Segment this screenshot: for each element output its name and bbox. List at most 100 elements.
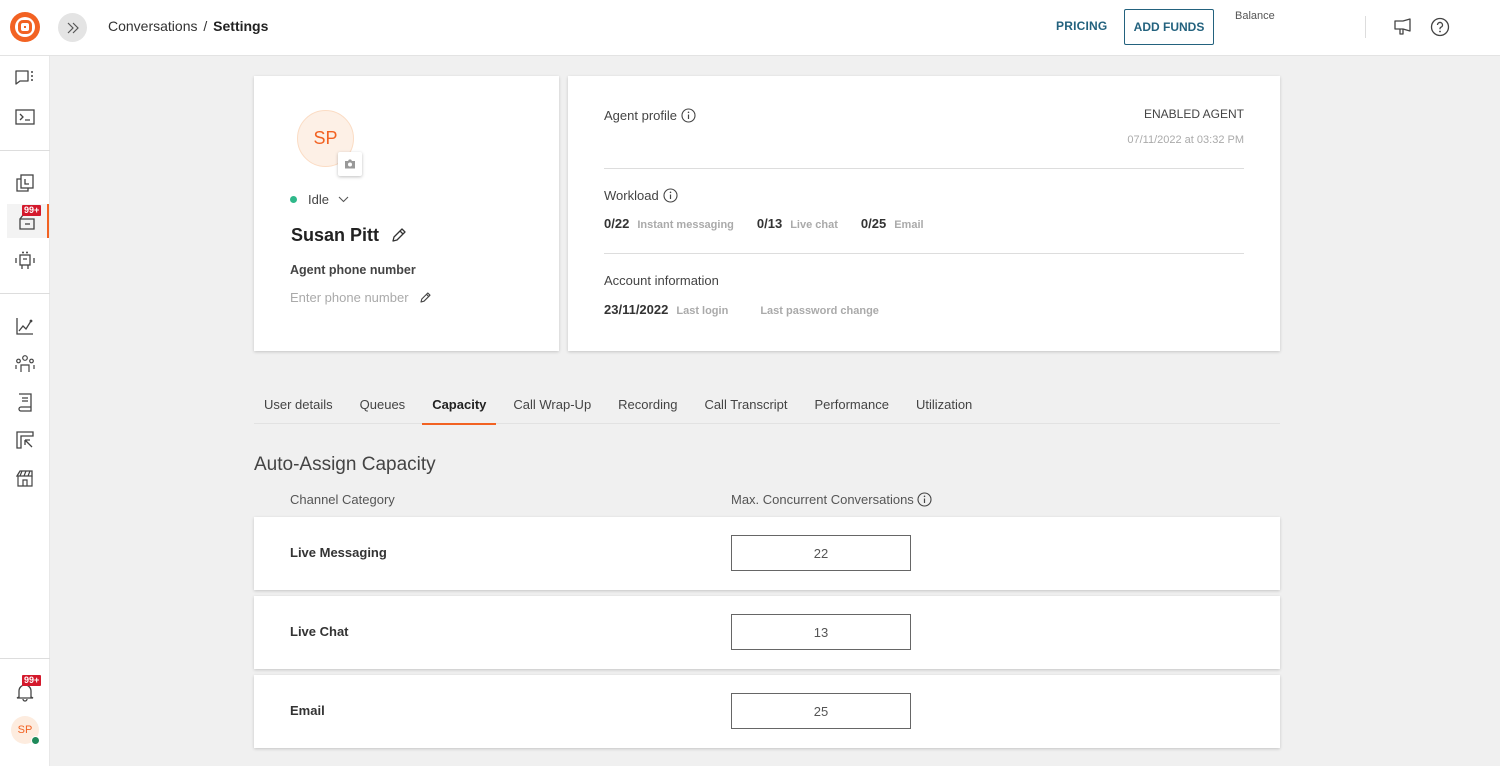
status-dot	[290, 196, 297, 203]
people-icon	[15, 355, 35, 372]
agent-state: ENABLED AGENT	[1143, 107, 1244, 121]
last-login-value: 23/11/2022	[604, 302, 669, 317]
top-bar: Conversations / Settings PRICING ADD FUN…	[0, 0, 1500, 56]
sidebar-item-inbox[interactable]: 99+	[7, 204, 49, 238]
section-title: Auto-Assign Capacity	[254, 454, 436, 475]
workload-label: Email	[894, 219, 924, 231]
megaphone-icon	[1394, 18, 1411, 35]
sidebar-item-knowledge[interactable]	[7, 385, 43, 419]
workload-value: 0/25	[860, 216, 887, 231]
status-dropdown[interactable]: Idle	[290, 192, 349, 207]
user-avatar[interactable]: SP	[11, 716, 40, 745]
add-funds-button[interactable]: ADD FUNDS	[1124, 9, 1214, 45]
expand-sidebar-button[interactable]	[58, 13, 87, 42]
help-icon	[1430, 17, 1450, 37]
balance-label: Balance	[1235, 10, 1275, 22]
sidebar-item-store[interactable]	[7, 461, 43, 495]
workload-label: Live chat	[790, 219, 838, 231]
capacity-category: Live Chat	[290, 624, 349, 639]
agent-name: Susan Pitt	[291, 225, 407, 246]
tab-user-details[interactable]: User details	[254, 385, 343, 424]
sidebar-divider	[0, 293, 50, 294]
camera-icon	[345, 159, 355, 169]
settings-tabs: User details Queues Capacity Call Wrap-U…	[254, 385, 1280, 425]
phone-label: Agent phone number	[290, 263, 416, 277]
sidebar-item-campaigns[interactable]	[7, 423, 43, 457]
workload-value: 0/13	[756, 216, 783, 231]
account-info-label: Account information	[604, 273, 719, 288]
tab-queues[interactable]: Queues	[350, 385, 416, 424]
breadcrumb-conversations[interactable]: Conversations	[108, 18, 198, 34]
sidebar-divider	[0, 150, 50, 151]
capacity-row: Email	[254, 675, 1280, 748]
copy-icon	[16, 174, 34, 192]
sidebar-item-conversations[interactable]	[7, 61, 43, 95]
sidebar-item-templates[interactable]	[7, 166, 43, 200]
capacity-input[interactable]	[731, 693, 911, 729]
tab-call-transcript[interactable]: Call Transcript	[694, 385, 797, 424]
profile-card: SP Idle Susan Pitt Agent phone number En…	[254, 76, 559, 351]
info-icon[interactable]	[681, 108, 696, 123]
agent-profile-label: Agent profile	[604, 108, 696, 123]
announcements-button[interactable]	[1392, 16, 1414, 38]
breadcrumb-separator: /	[203, 18, 208, 34]
notifications-button[interactable]: 99+	[7, 675, 43, 709]
workload-text: Workload	[604, 188, 659, 203]
sidebar: 99+ 99+ SP	[0, 56, 50, 766]
workload-value: 0/22	[604, 216, 630, 231]
divider	[604, 168, 1244, 169]
column-header-max-text: Max. Concurrent Conversations	[731, 492, 914, 507]
chevron-down-icon	[338, 196, 349, 203]
phone-input[interactable]: Enter phone number	[290, 290, 432, 305]
sidebar-item-analytics[interactable]	[7, 309, 43, 343]
tab-recording[interactable]: Recording	[608, 385, 687, 424]
double-chevron-right-icon	[67, 22, 79, 33]
breadcrumb-settings: Settings	[213, 18, 269, 34]
last-password-label: Last password change	[760, 305, 879, 317]
capacity-row: Live Messaging	[254, 517, 1280, 590]
info-icon[interactable]	[663, 188, 678, 203]
profile-initials: SP	[313, 128, 338, 148]
store-icon	[15, 470, 33, 487]
account-stats: 23/11/2022 Last login Last password chan…	[604, 302, 902, 317]
capacity-input[interactable]	[731, 614, 911, 650]
breadcrumb: Conversations / Settings	[108, 18, 268, 34]
tab-capacity[interactable]: Capacity	[422, 385, 497, 425]
edit-name-icon[interactable]	[390, 227, 407, 244]
tab-call-wrap-up[interactable]: Call Wrap-Up	[503, 385, 601, 424]
book-icon	[18, 393, 32, 412]
capacity-row: Live Chat	[254, 596, 1280, 669]
sidebar-item-bots[interactable]	[7, 243, 43, 277]
sidebar-item-people[interactable]	[7, 347, 43, 381]
last-login-label: Last login	[676, 305, 729, 317]
help-button[interactable]	[1429, 16, 1451, 38]
tab-utilization[interactable]: Utilization	[906, 385, 982, 424]
tab-performance[interactable]: Performance	[805, 385, 899, 424]
logo-icon[interactable]	[10, 12, 40, 42]
inbox-badge: 99+	[22, 205, 42, 216]
sidebar-divider	[0, 658, 50, 659]
workload-label: Instant messaging	[637, 219, 734, 231]
capacity-category: Email	[290, 703, 325, 718]
workload-stats: 0/22 Instant messaging 0/13 Live chat 0/…	[604, 216, 947, 231]
phone-placeholder: Enter phone number	[290, 290, 409, 305]
capacity-input[interactable]	[731, 535, 911, 571]
agent-profile-text: Agent profile	[604, 108, 677, 123]
robot-icon	[15, 251, 35, 269]
cursor-icon	[16, 431, 34, 449]
info-icon[interactable]	[917, 492, 932, 507]
capacity-category: Live Messaging	[290, 545, 387, 560]
column-header-max: Max. Concurrent Conversations	[731, 492, 932, 507]
edit-phone-icon[interactable]	[419, 291, 432, 304]
terminal-icon	[15, 109, 35, 125]
sidebar-item-console[interactable]	[7, 100, 43, 134]
upload-photo-button[interactable]	[338, 152, 362, 176]
workload-label: Workload	[604, 188, 678, 203]
agent-name-text: Susan Pitt	[291, 225, 380, 245]
divider	[604, 253, 1244, 254]
agent-state-date: 07/11/2022 at 03:32 PM	[1127, 134, 1244, 146]
pricing-link[interactable]: PRICING	[1056, 19, 1107, 33]
user-initials: SP	[17, 724, 33, 736]
chart-icon	[16, 318, 33, 335]
column-header-category: Channel Category	[290, 492, 395, 507]
